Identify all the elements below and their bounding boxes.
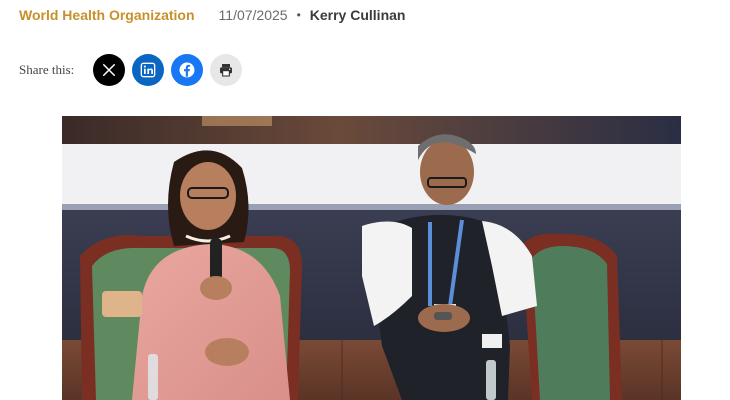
print-icon <box>220 64 233 77</box>
share-linkedin-button[interactable] <box>132 54 165 86</box>
facebook-icon <box>179 62 195 78</box>
article-meta: World Health Organization 11/07/2025 • K… <box>19 5 405 25</box>
category-link[interactable]: World Health Organization <box>19 7 195 23</box>
x-icon <box>103 63 116 77</box>
print-button[interactable] <box>210 54 243 86</box>
linkedin-icon <box>140 62 156 78</box>
panel-discussion-image <box>62 116 681 400</box>
share-bar: Share this: <box>19 54 249 86</box>
author-link[interactable]: Kerry Cullinan <box>310 7 406 23</box>
share-label: Share this: <box>19 62 75 77</box>
meta-separator: • <box>296 8 301 22</box>
publish-date: 11/07/2025 <box>218 7 288 23</box>
share-facebook-button[interactable] <box>171 54 204 86</box>
article-photo <box>62 116 681 400</box>
share-x-button[interactable] <box>93 54 126 86</box>
